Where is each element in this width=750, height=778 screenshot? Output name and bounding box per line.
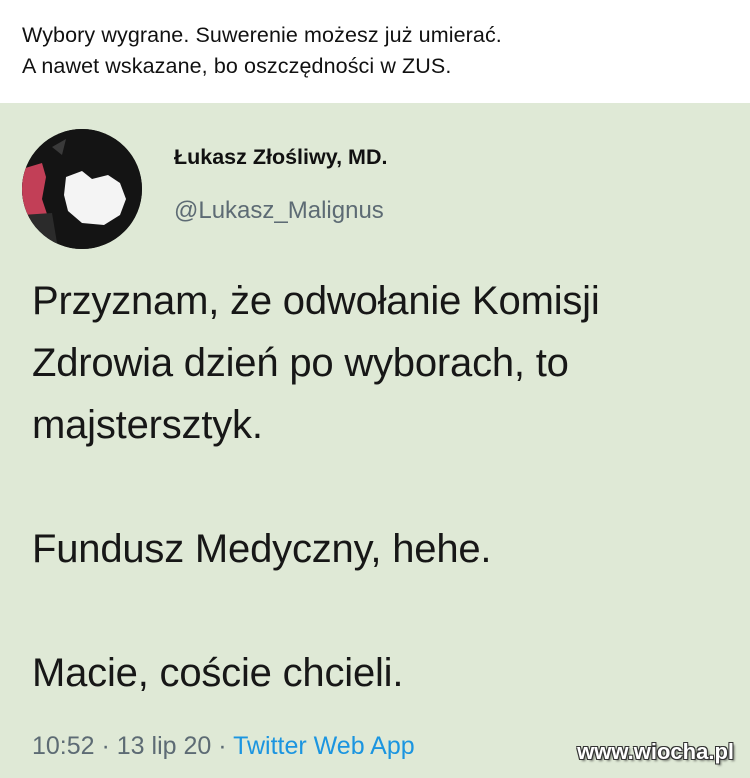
meta-separator: · <box>94 732 117 760</box>
site-watermark: www.wiocha.pl <box>577 739 734 764</box>
tweet-source-link[interactable]: Twitter Web App <box>233 732 415 760</box>
avatar[interactable] <box>22 129 142 249</box>
tweet-meta: 10:52 · 13 lip 20 · Twitter Web App <box>32 732 415 761</box>
tweet-line-1: Przyznam, że odwołanie Komisji <box>32 279 600 323</box>
tweet-date[interactable]: 13 lip 20 <box>117 732 212 760</box>
author-handle[interactable]: @Lukasz_Malignus <box>174 197 384 225</box>
tweet-text: Przyznam, że odwołanie Komisji Zdrowia d… <box>32 270 732 704</box>
post-caption: Wybory wygrane. Suwerenie możesz już umi… <box>22 20 732 82</box>
tweet-time[interactable]: 10:52 <box>32 732 95 760</box>
meta-separator: · <box>211 732 234 760</box>
caption-line-1: Wybory wygrane. Suwerenie możesz już umi… <box>22 23 502 47</box>
tweet-line-5: Macie, coście chcieli. <box>32 651 404 695</box>
caption-line-2: A nawet wskazane, bo oszczędności w ZUS. <box>22 54 452 78</box>
author-name[interactable]: Łukasz Złośliwy, MD. <box>174 145 387 170</box>
tweet-line-3: majstersztyk. <box>32 403 263 447</box>
avatar-image <box>22 129 142 249</box>
tweet-line-4: Fundusz Medyczny, hehe. <box>32 527 492 571</box>
tweet-screenshot: Łukasz Złośliwy, MD. @Lukasz_Malignus Pr… <box>0 103 750 778</box>
tweet-line-2: Zdrowia dzień po wyborach, to <box>32 341 569 385</box>
